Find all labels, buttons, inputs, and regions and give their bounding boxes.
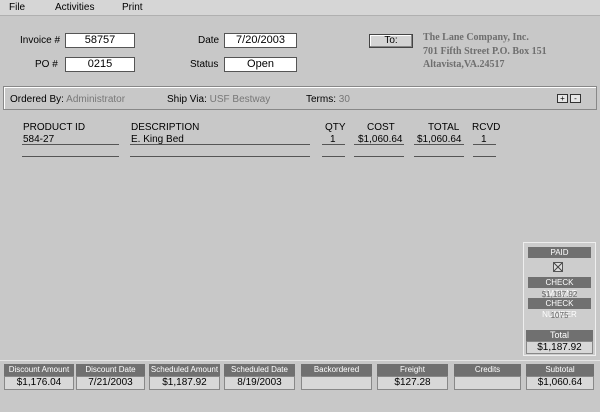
check-x-icon xyxy=(554,263,562,271)
scheduled-amount-value: $1,187.92 xyxy=(149,376,220,390)
row-underline xyxy=(354,144,404,145)
header-qty: QTY xyxy=(325,122,346,133)
credits-value xyxy=(454,376,521,390)
row-underline xyxy=(354,156,404,157)
check-amount-label: CHECK AMOUNT xyxy=(528,277,591,298)
discount-amount-value: $1,176.04 xyxy=(4,376,74,390)
po-number-label: PO # xyxy=(35,59,58,70)
row-underline xyxy=(473,144,496,145)
scheduled-date-box: Scheduled Date 8/19/2003 xyxy=(224,364,295,390)
ordered-by-value: Administrator xyxy=(66,94,126,105)
row-underline xyxy=(414,156,464,157)
terms-value: 30 xyxy=(338,94,350,105)
header-rcvd: RCVD xyxy=(472,122,501,133)
scheduled-amount-box: Scheduled Amount $1,187.92 xyxy=(149,364,220,390)
subtotal-box: Subtotal $1,060.64 xyxy=(526,364,594,390)
freight-label: Freight xyxy=(377,364,448,376)
row-underline xyxy=(473,156,496,157)
discount-amount-label: Discount Amount xyxy=(4,364,74,376)
discount-date-label: Discount Date xyxy=(76,364,145,376)
scheduled-amount-label: Scheduled Amount xyxy=(149,364,220,376)
row-underline xyxy=(130,144,310,145)
header-description: DESCRIPTION xyxy=(131,122,200,133)
backordered-box: Backordered xyxy=(301,364,372,390)
row-underline xyxy=(322,144,345,145)
menu-print[interactable]: Print xyxy=(122,2,143,13)
invoice-number-label: Invoice # xyxy=(20,35,61,46)
ship-via-label: Ship Via: USF Bestway xyxy=(167,94,271,105)
address-line-2: 701 Fifth Street P.O. Box 151 xyxy=(423,46,547,57)
row-underline xyxy=(22,156,119,157)
backordered-value xyxy=(301,376,372,390)
scheduled-date-value: 8/19/2003 xyxy=(224,376,295,390)
ordered-by-label: Ordered By: Administrator xyxy=(10,94,126,105)
credits-label: Credits xyxy=(454,364,521,376)
credits-box: Credits xyxy=(454,364,521,390)
header-product-id: PRODUCT ID xyxy=(23,122,86,133)
to-button[interactable]: To: xyxy=(369,34,413,48)
paid-title: PAID xyxy=(528,247,591,258)
plus-button[interactable]: + xyxy=(557,94,568,103)
total-value: $1,187.92 xyxy=(526,341,593,354)
row-underline xyxy=(414,144,464,145)
status-label: Status xyxy=(190,59,219,70)
scheduled-date-label: Scheduled Date xyxy=(224,364,295,376)
ship-via-value: USF Bestway xyxy=(209,94,271,105)
invoice-number-field[interactable]: 58757 xyxy=(65,33,135,48)
row-underline xyxy=(22,144,119,145)
date-label: Date xyxy=(198,35,220,46)
freight-box: Freight $127.28 xyxy=(377,364,448,390)
po-number-field[interactable]: 0215 xyxy=(65,57,135,72)
minus-button[interactable]: - xyxy=(570,94,581,103)
row-underline xyxy=(130,156,310,157)
header-cost: COST xyxy=(367,122,395,133)
discount-date-value: 7/21/2003 xyxy=(76,376,145,390)
discount-amount-box: Discount Amount $1,176.04 xyxy=(4,364,74,390)
backordered-label: Backordered xyxy=(301,364,372,376)
terms-label: Terms: 30 xyxy=(306,94,350,105)
header-total: TOTAL xyxy=(428,122,460,133)
discount-date-box: Discount Date 7/21/2003 xyxy=(76,364,145,390)
menu-file[interactable]: File xyxy=(9,2,25,13)
paid-checkbox[interactable] xyxy=(553,262,563,272)
menu-activities[interactable]: Activities xyxy=(55,2,94,13)
check-number-value: 1075 xyxy=(550,311,569,320)
status-field[interactable]: Open xyxy=(224,57,297,72)
menu-bar: File Activities Print xyxy=(0,0,600,16)
address-line-3: Altavista,VA.24517 xyxy=(423,59,505,70)
subtotal-label: Subtotal xyxy=(526,364,594,376)
check-number-label: CHECK NUMBER xyxy=(528,298,591,319)
total-label: Total xyxy=(526,330,593,341)
date-field[interactable]: 7/20/2003 xyxy=(224,33,297,48)
freight-value: $127.28 xyxy=(377,376,448,390)
row-underline xyxy=(322,156,345,157)
address-line-1: The Lane Company, Inc. xyxy=(423,32,529,43)
subtotal-value: $1,060.64 xyxy=(526,376,594,390)
